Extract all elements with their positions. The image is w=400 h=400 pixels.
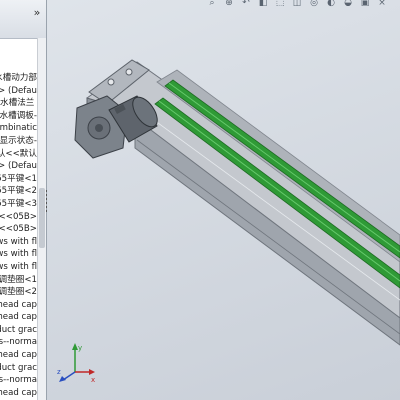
tree-item[interactable]: 3<<05B> xyxy=(0,223,37,236)
tree-item-label: s--norma xyxy=(0,337,37,348)
z-axis-label: z xyxy=(57,368,61,376)
belt-lower xyxy=(154,97,400,289)
tree-item-label: head cap xyxy=(0,312,37,323)
scrollbar-thumb[interactable] xyxy=(39,188,45,248)
tree-item-label: 调垫圈<2 xyxy=(0,287,37,298)
tree-item[interactable]: s--norma xyxy=(0,336,37,349)
tree-item-label: head cap xyxy=(0,299,37,310)
tree-item[interactable]: 3<<05B> xyxy=(0,211,37,224)
tree-item-label: 水槽动力部 xyxy=(0,73,37,83)
tree-item[interactable]: head cap xyxy=(0,311,37,324)
tree-item-label: 55平键<3 xyxy=(0,198,37,209)
z-axis-arrow xyxy=(59,376,66,382)
tree-item-label: 水槽法兰 xyxy=(0,98,35,109)
tree-item[interactable]: head cap xyxy=(0,387,37,400)
tree-item-label: 55平键<1 xyxy=(0,173,37,184)
tree-item[interactable]: 55平键<1 xyxy=(0,173,37,186)
z-axis-line xyxy=(62,371,76,381)
tree-item-label: 水槽调板- xyxy=(0,110,37,121)
tree-item-label: ombinatic xyxy=(0,123,37,134)
feature-tree-panel: » 水槽动力部 ·> (Defau 水槽法兰水槽调板-ombinatic显示状态- 认… xyxy=(0,0,47,400)
y-axis-label: y xyxy=(78,344,82,352)
tree-item[interactable]: 水槽调板- xyxy=(0,110,37,123)
tree-item[interactable]: 调垫圈<2 xyxy=(0,286,37,299)
tree-item[interactable]: ws with fl xyxy=(0,261,37,274)
tree-item[interactable]: head cap xyxy=(0,349,37,362)
x-axis-arrow xyxy=(89,369,95,375)
tree-item-label: ·> (Defau xyxy=(0,161,37,172)
tree-item-label: 认<<默认 xyxy=(0,148,37,159)
tree-item-label: duct grac xyxy=(0,324,37,335)
tree-item[interactable]: 显示状态- xyxy=(0,135,37,148)
graphics-viewport[interactable]: ⌕ ⊕ ↶ ◧ ⬚ ◫ ◎ ◐ ◒ ▣ × y x z xyxy=(47,0,400,400)
tree-item[interactable]: duct grac xyxy=(0,324,37,337)
tree-item[interactable]: 55平键<3 xyxy=(0,198,37,211)
tree-item[interactable]: ombinatic xyxy=(0,122,37,135)
tree-scrollbar[interactable] xyxy=(37,38,46,400)
tree-item-label: head cap xyxy=(0,387,37,398)
tree-item-label: 55平键<2 xyxy=(0,186,37,197)
tree-item-label: ·> (Defau xyxy=(0,85,37,96)
tree-item[interactable]: 55平键<2 xyxy=(0,185,37,198)
bolt-head xyxy=(107,78,115,86)
tree-item[interactable]: ws with fl xyxy=(0,236,37,249)
tree-item-label: ws with fl xyxy=(0,261,37,272)
tree-item-label: s--norma xyxy=(0,375,37,386)
tree-item[interactable]: ·> (Defau xyxy=(0,85,37,98)
tree-item[interactable]: 水槽动力部 xyxy=(0,72,37,85)
conveyor-model[interactable] xyxy=(47,0,400,400)
tree-item[interactable]: duct grac xyxy=(0,362,37,375)
output-shaft xyxy=(95,124,103,132)
tree-item[interactable]: 认<<默认 xyxy=(0,148,37,161)
tree-item[interactable]: 水槽法兰 xyxy=(0,97,37,110)
tree-item-label: head cap xyxy=(0,350,37,361)
tree-item[interactable]: 调垫圈<1 xyxy=(0,274,37,287)
tree-item[interactable]: head cap xyxy=(0,299,37,312)
tree-item[interactable]: ws with fl xyxy=(0,248,37,261)
tree-item-label: duct grac xyxy=(0,362,37,373)
tree-item[interactable]: s--norma xyxy=(0,374,37,387)
tree-item-label: 3<<05B> xyxy=(0,224,37,235)
tree-item-label: 显示状态- xyxy=(0,135,37,146)
tree-item-label: ws with fl xyxy=(0,249,37,260)
collapse-panel-button[interactable]: » xyxy=(31,6,43,20)
panel-header: » xyxy=(0,0,46,39)
bolt-head xyxy=(125,68,133,76)
tree-item-label: ws with fl xyxy=(0,236,37,247)
tree-item-label: 3<<05B> xyxy=(0,211,37,222)
tree-item-label: 调垫圈<1 xyxy=(0,274,37,285)
x-axis-label: x xyxy=(91,376,95,384)
feature-tree: 水槽动力部 ·> (Defau 水槽法兰水槽调板-ombinatic显示状态- 认<<… xyxy=(0,72,37,399)
tree-item[interactable]: ·> (Defau xyxy=(0,160,37,173)
coordinate-triad: y x z xyxy=(57,343,95,384)
